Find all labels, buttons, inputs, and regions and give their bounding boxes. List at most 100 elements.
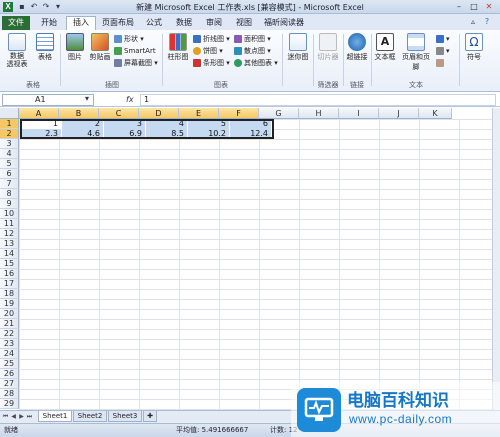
wordart-button[interactable]: ▾ — [436, 34, 450, 44]
row-header[interactable]: 14 — [0, 249, 19, 259]
minimize-icon[interactable]: – — [452, 1, 466, 12]
row-header[interactable]: 3 — [0, 139, 19, 149]
textbox-button[interactable]: A 文本框 — [373, 33, 397, 62]
column-header[interactable]: H — [299, 108, 339, 119]
pivot-table-button[interactable]: 数据 透视表 — [4, 33, 30, 68]
screenshot-button[interactable]: 屏幕截图 ▾ — [114, 58, 158, 68]
hyperlink-button[interactable]: 超链接 — [345, 33, 369, 62]
row-header[interactable]: 29 — [0, 399, 19, 409]
formula-input[interactable]: 1 — [140, 94, 496, 106]
first-sheet-icon[interactable]: ⏮ — [2, 412, 9, 422]
column-header[interactable]: J — [379, 108, 419, 119]
row-header[interactable]: 21 — [0, 319, 19, 329]
row-header[interactable]: 2 — [0, 129, 19, 139]
row-header[interactable]: 26 — [0, 369, 19, 379]
insert-function-button[interactable]: fx — [126, 94, 138, 106]
last-sheet-icon[interactable]: ⏭ — [26, 412, 33, 422]
column-header[interactable]: E — [179, 108, 219, 119]
save-icon[interactable]: ▪ — [17, 2, 27, 12]
sheet-tab-sheet3[interactable]: Sheet3 — [108, 411, 142, 422]
tab-page-layout[interactable]: 页面布局 — [98, 16, 138, 30]
sheet-tab-sheet1[interactable]: Sheet1 — [38, 411, 72, 422]
row-header[interactable]: 9 — [0, 199, 19, 209]
row-header[interactable]: 10 — [0, 209, 19, 219]
row-header[interactable]: 1 — [0, 119, 19, 129]
row-header[interactable]: 5 — [0, 159, 19, 169]
row-header[interactable]: 20 — [0, 309, 19, 319]
sheet-tab-sheet2[interactable]: Sheet2 — [73, 411, 107, 422]
column-header[interactable]: B — [59, 108, 99, 119]
vertical-scrollbar[interactable] — [492, 108, 500, 410]
customize-qat-icon[interactable]: ▾ — [53, 2, 63, 12]
bar-chart-button[interactable]: 条形图 ▾ — [193, 58, 230, 68]
undo-icon[interactable]: ↶ — [29, 2, 39, 12]
row-header[interactable]: 23 — [0, 339, 19, 349]
column-header[interactable]: C — [99, 108, 139, 119]
row-header[interactable]: 7 — [0, 179, 19, 189]
row-header[interactable]: 11 — [0, 219, 19, 229]
row-header[interactable]: 28 — [0, 389, 19, 399]
tab-formulas[interactable]: 公式 — [140, 16, 168, 30]
object-icon — [436, 59, 444, 67]
help-icon[interactable]: ? — [482, 17, 492, 27]
row-header[interactable]: 4 — [0, 149, 19, 159]
title-bar: X ▪ ↶ ↷ ▾ 新建 Microsoft Excel 工作表.xls [兼容… — [0, 0, 500, 14]
row-header[interactable]: 18 — [0, 289, 19, 299]
signature-line-button[interactable]: ▾ — [436, 46, 450, 56]
tab-foxit-reader[interactable]: 福昕阅读器 — [260, 16, 308, 30]
worksheet-grid[interactable] — [19, 119, 492, 410]
tab-file[interactable]: 文件 — [2, 16, 30, 30]
picture-button[interactable]: 图片 — [64, 33, 86, 62]
smartart-button[interactable]: SmartArt — [114, 46, 156, 56]
row-header[interactable]: 27 — [0, 379, 19, 389]
object-button[interactable] — [436, 58, 446, 68]
row-header[interactable]: 25 — [0, 359, 19, 369]
column-header[interactable]: G — [259, 108, 299, 119]
table-button[interactable]: 表格 — [34, 33, 56, 62]
row-header[interactable]: 6 — [0, 169, 19, 179]
minimize-ribbon-icon[interactable]: ▵ — [468, 17, 478, 27]
column-chart-button[interactable]: 柱形图 — [165, 33, 191, 62]
column-header[interactable]: K — [419, 108, 452, 119]
next-sheet-icon[interactable]: ▶ — [18, 412, 25, 422]
row-header[interactable]: 15 — [0, 259, 19, 269]
name-box[interactable]: A1 — [2, 94, 94, 106]
select-all-corner[interactable] — [0, 108, 19, 119]
prev-sheet-icon[interactable]: ◀ — [10, 412, 17, 422]
other-charts-button[interactable]: 其他图表 ▾ — [234, 58, 278, 68]
tab-home[interactable]: 开始 — [34, 16, 64, 30]
row-header[interactable]: 24 — [0, 349, 19, 359]
column-header[interactable]: F — [219, 108, 259, 119]
sparkline-button[interactable]: 迷你图 — [285, 33, 311, 62]
line-chart-button[interactable]: 折线图 ▾ — [193, 34, 230, 44]
header-footer-button[interactable]: 页眉和页脚 — [399, 33, 433, 72]
column-header[interactable]: I — [339, 108, 379, 119]
area-chart-button[interactable]: 面积图 ▾ — [234, 34, 271, 44]
row-header[interactable]: 22 — [0, 329, 19, 339]
column-header[interactable]: A — [19, 108, 59, 119]
column-header[interactable]: D — [139, 108, 179, 119]
scatter-chart-button[interactable]: 散点图 ▾ — [234, 46, 271, 56]
tab-data[interactable]: 数据 — [170, 16, 198, 30]
pie-chart-label: 饼图 — [203, 47, 217, 55]
clipart-button[interactable]: 剪贴画 — [88, 33, 112, 62]
name-box-dropdown-icon[interactable]: ▾ — [82, 94, 92, 104]
insert-sheet-icon[interactable]: ✚ — [143, 411, 157, 422]
excel-app-icon[interactable]: X — [3, 2, 13, 12]
close-icon[interactable]: ✕ — [482, 1, 496, 12]
tab-insert[interactable]: 插入 — [66, 16, 96, 30]
row-header[interactable]: 13 — [0, 239, 19, 249]
redo-icon[interactable]: ↷ — [41, 2, 51, 12]
pie-chart-button[interactable]: 饼图 ▾ — [193, 46, 223, 56]
slicer-button[interactable]: 切片器 — [315, 33, 341, 62]
maximize-icon[interactable]: □ — [467, 1, 481, 12]
row-header[interactable]: 8 — [0, 189, 19, 199]
row-header[interactable]: 17 — [0, 279, 19, 289]
row-header[interactable]: 16 — [0, 269, 19, 279]
row-header[interactable]: 19 — [0, 299, 19, 309]
symbol-button[interactable]: Ω 符号 — [462, 33, 486, 62]
tab-view[interactable]: 视图 — [230, 16, 258, 30]
row-header[interactable]: 12 — [0, 229, 19, 239]
tab-review[interactable]: 审阅 — [200, 16, 228, 30]
shapes-button[interactable]: 形状 ▾ — [114, 34, 144, 44]
